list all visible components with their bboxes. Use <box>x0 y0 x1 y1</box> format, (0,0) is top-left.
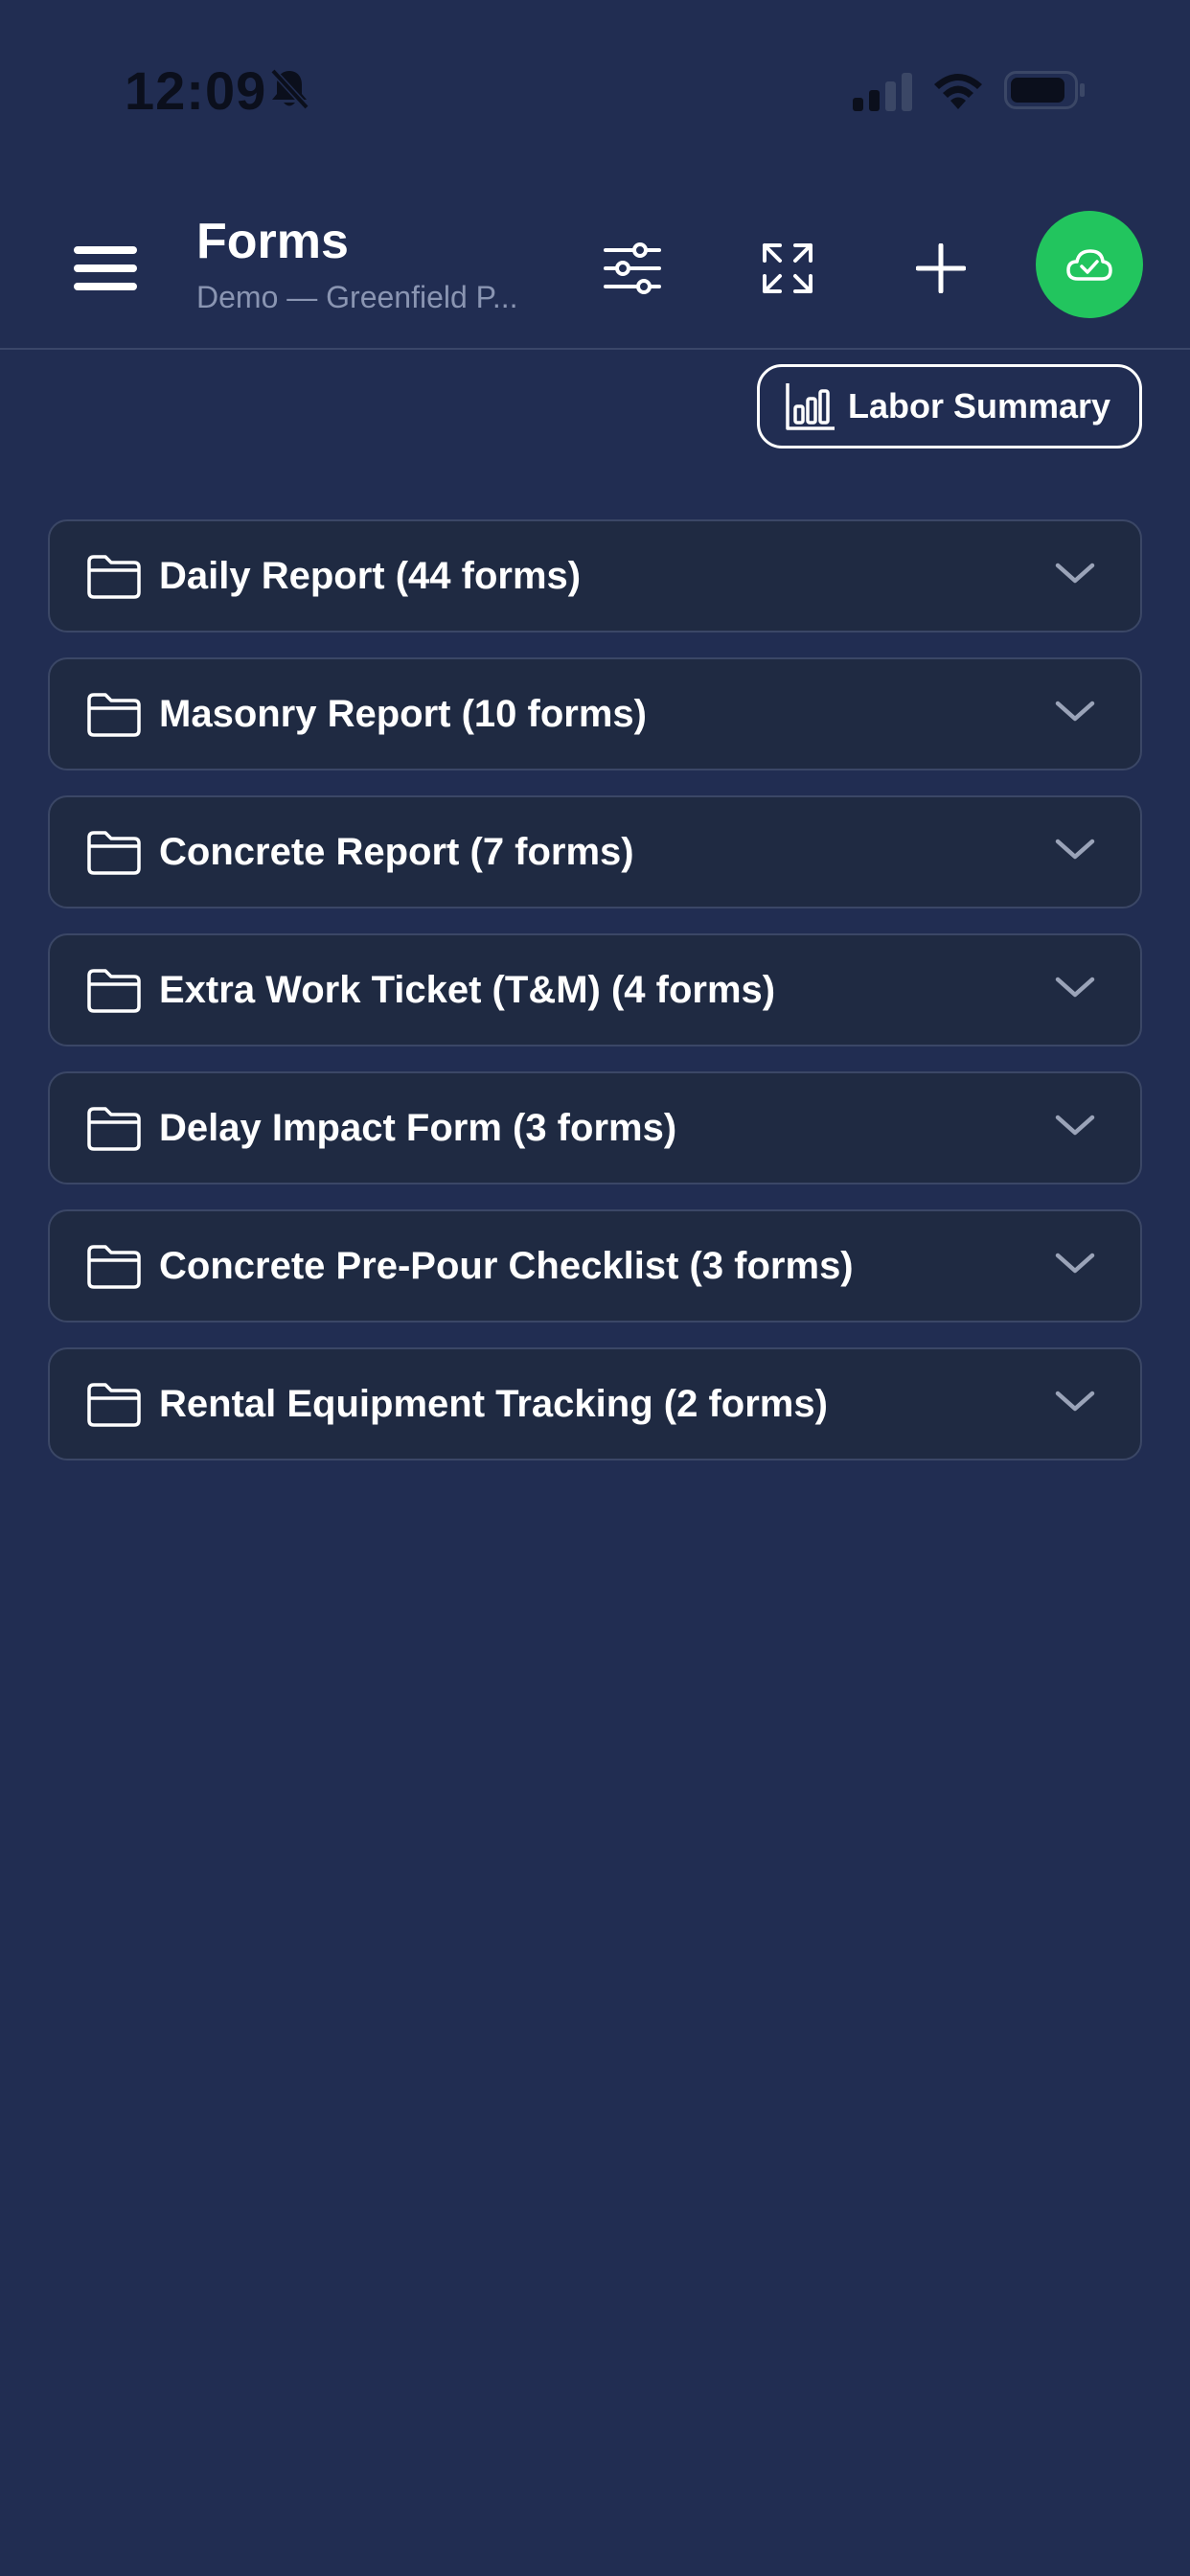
page-title: Forms <box>196 214 349 269</box>
form-group-delay-impact-form[interactable]: Delay Impact Form (3 forms) <box>48 1071 1142 1184</box>
form-group-label: Extra Work Ticket (T&M) (4 forms) <box>159 968 776 1011</box>
filter-button[interactable] <box>594 230 671 307</box>
wifi-icon <box>931 69 985 116</box>
folder-icon <box>86 968 142 1019</box>
menu-button[interactable] <box>67 230 144 307</box>
folder-icon <box>86 1382 142 1433</box>
title-block: Forms Demo — Greenfield P... <box>196 213 561 318</box>
battery-icon <box>1004 71 1087 114</box>
form-group-list: Daily Report (44 forms) Masonry Report (… <box>48 519 1142 1485</box>
chevron-down-icon[interactable] <box>1054 1388 1096 1419</box>
app-header: Forms Demo — Greenfield P... <box>0 192 1190 350</box>
form-group-label: Rental Equipment Tracking (2 forms) <box>159 1382 828 1425</box>
form-group-rental-equipment-tracking[interactable]: Rental Equipment Tracking (2 forms) <box>48 1347 1142 1460</box>
folder-icon <box>86 1244 142 1295</box>
form-group-label: Masonry Report (10 forms) <box>159 692 647 735</box>
expand-all-button[interactable] <box>749 230 826 307</box>
chevron-down-icon[interactable] <box>1054 1112 1096 1143</box>
chevron-down-icon[interactable] <box>1054 560 1096 591</box>
form-group-daily-report[interactable]: Daily Report (44 forms) <box>48 519 1142 632</box>
chevron-down-icon[interactable] <box>1054 836 1096 867</box>
cloud-check-icon <box>1066 249 1112 281</box>
form-group-concrete-report[interactable]: Concrete Report (7 forms) <box>48 795 1142 908</box>
form-group-extra-work-ticket[interactable]: Extra Work Ticket (T&M) (4 forms) <box>48 933 1142 1046</box>
folder-icon <box>86 692 142 743</box>
chevron-down-icon[interactable] <box>1054 1250 1096 1281</box>
folder-icon <box>86 1106 142 1157</box>
bell-slash-icon <box>268 67 310 116</box>
bar-chart-icon <box>786 383 835 430</box>
status-time: 12:09 <box>125 60 267 121</box>
folder-icon <box>86 830 142 881</box>
form-group-label: Concrete Pre-Pour Checklist (3 forms) <box>159 1244 854 1287</box>
plus-icon <box>916 243 966 293</box>
form-group-label: Concrete Report (7 forms) <box>159 830 634 873</box>
labor-summary-label: Labor Summary <box>848 386 1111 426</box>
chevron-down-icon[interactable] <box>1054 698 1096 729</box>
project-subtitle: Demo — Greenfield P... <box>196 280 518 314</box>
chevron-down-icon[interactable] <box>1054 974 1096 1005</box>
labor-summary-button[interactable]: Labor Summary <box>757 364 1142 448</box>
expand-arrows-icon <box>763 243 812 293</box>
folder-icon <box>86 554 142 605</box>
sync-button[interactable] <box>1036 211 1143 318</box>
status-bar: 12:09 <box>0 0 1190 182</box>
form-group-masonry-report[interactable]: Masonry Report (10 forms) <box>48 657 1142 770</box>
cellular-signal-icon <box>853 73 914 116</box>
form-group-label: Daily Report (44 forms) <box>159 554 582 597</box>
sliders-icon <box>604 242 661 294</box>
add-form-button[interactable] <box>903 230 979 307</box>
hamburger-icon <box>74 246 137 290</box>
form-group-label: Delay Impact Form (3 forms) <box>159 1106 677 1149</box>
form-group-concrete-pre-pour-checklist[interactable]: Concrete Pre-Pour Checklist (3 forms) <box>48 1209 1142 1322</box>
